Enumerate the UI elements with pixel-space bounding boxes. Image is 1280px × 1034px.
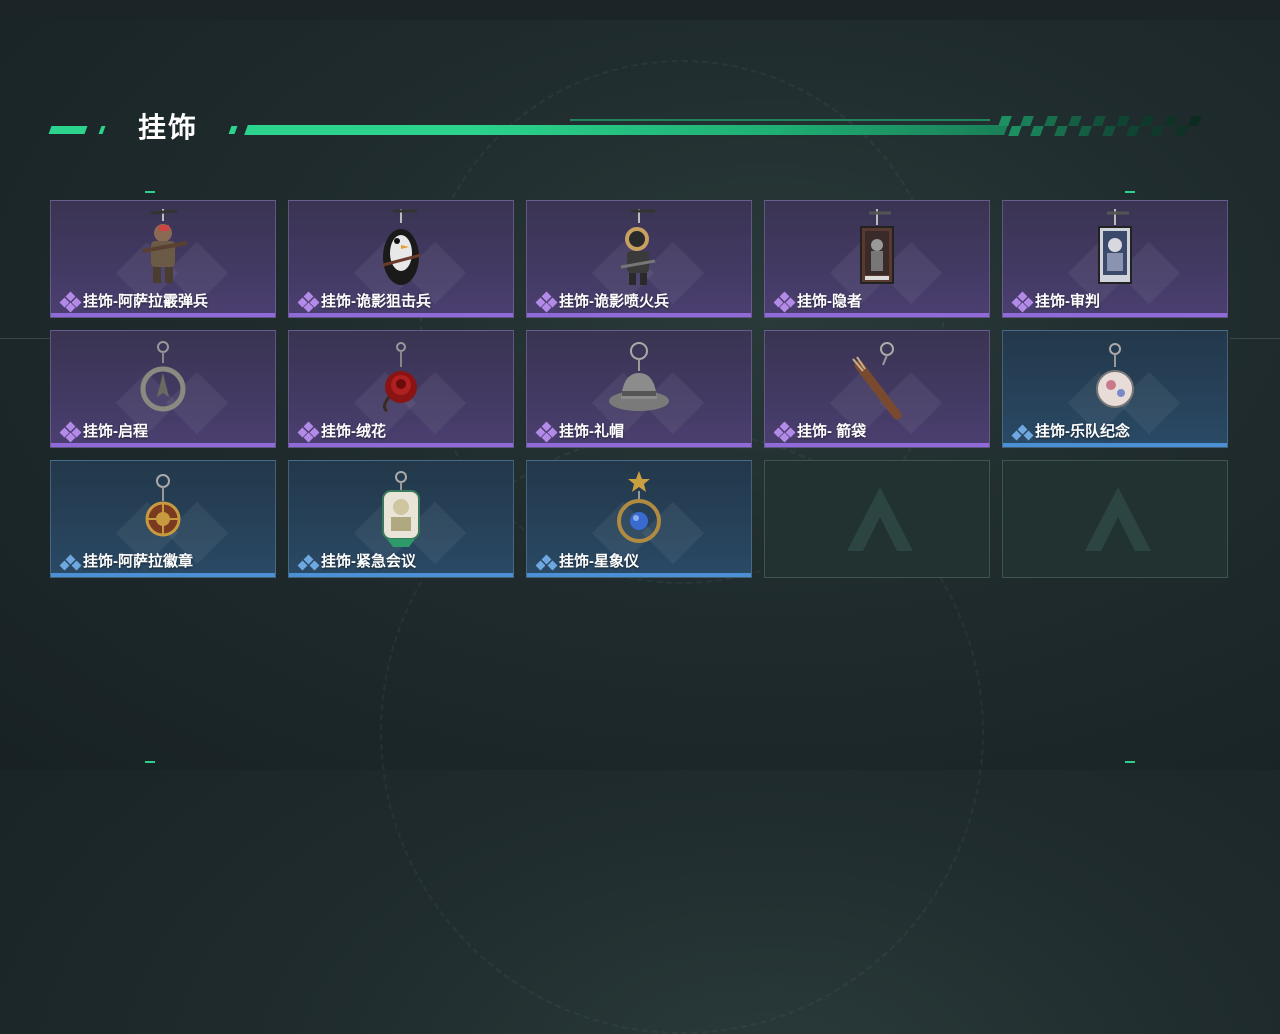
charm-name: 挂饰-阿萨拉徽章 [83, 553, 193, 570]
charm-card[interactable]: 挂饰-星象仪 [526, 460, 752, 578]
fedora-hat-charm-icon [609, 342, 669, 411]
charm-name: 挂饰-乐队纪念 [1035, 423, 1130, 440]
rarity-bar [1003, 443, 1227, 447]
velvet-rose-charm-icon [382, 342, 417, 413]
emergency-meeting-charm-icon [382, 471, 420, 547]
header-thin-line [570, 119, 990, 121]
judgement-tarot-card-icon [1098, 209, 1132, 284]
rarity-bar [527, 443, 751, 447]
rarity-bar [1003, 313, 1227, 317]
header-underline [244, 125, 1008, 135]
game-logo-placeholder-icon [847, 487, 913, 551]
section-title: 挂饰 [138, 112, 199, 143]
asara-emblem-charm-icon [145, 474, 181, 537]
top-bar [0, 0, 1280, 20]
left-divider-line [0, 338, 50, 339]
rarity-bar [289, 313, 513, 317]
charm-card[interactable]: 挂饰-隐者 [764, 200, 990, 318]
charm-name: 挂饰- 箭袋 [797, 423, 867, 440]
charm-name: 挂饰-阿萨拉霰弹兵 [83, 293, 208, 310]
band-badge-charm-icon [1096, 343, 1134, 408]
header-accent-bar [228, 126, 238, 134]
epic-rarity-icon [535, 421, 558, 443]
charm-card[interactable]: 挂饰-乐队纪念 [1002, 330, 1228, 448]
penguin-sniper-charm-icon [382, 209, 422, 285]
section-header: 挂饰 [48, 110, 1202, 150]
rare-rarity-icon [1011, 423, 1034, 441]
header-checker-pattern [998, 116, 1202, 136]
charm-name: 挂饰-启程 [83, 423, 148, 440]
rarity-bar [765, 443, 989, 447]
rare-rarity-icon [59, 553, 82, 571]
departure-ring-charm-icon [140, 341, 186, 412]
epic-rarity-icon [59, 291, 82, 313]
rarity-bar [51, 313, 275, 317]
charm-name: 挂饰-诡影喷火兵 [559, 293, 669, 310]
rare-rarity-icon [297, 553, 320, 571]
flamethrower-soldier-charm-icon [620, 209, 656, 285]
charm-card[interactable]: 挂饰- 箭袋 [764, 330, 990, 448]
game-logo-placeholder-icon [1085, 487, 1151, 551]
epic-rarity-icon [59, 421, 82, 443]
epic-rarity-icon [773, 421, 796, 443]
charm-card[interactable]: 挂饰-启程 [50, 330, 276, 448]
header-accent-bar [48, 126, 88, 134]
charm-name: 挂饰-星象仪 [559, 553, 639, 570]
rare-rarity-icon [535, 553, 558, 571]
rarity-bar [765, 313, 989, 317]
corner-tick [1125, 761, 1135, 763]
rarity-bar [289, 443, 513, 447]
corner-tick [1125, 191, 1135, 193]
soldier-shotgun-charm-icon [142, 209, 188, 283]
charm-card[interactable]: 挂饰-阿萨拉徽章 [50, 460, 276, 578]
charm-card[interactable]: 挂饰-紧急会议 [288, 460, 514, 578]
rarity-bar [527, 573, 751, 577]
charm-name: 挂饰-诡影狙击兵 [321, 293, 431, 310]
corner-tick [145, 761, 155, 763]
header-accent-bar [98, 126, 106, 134]
empty-slot [1002, 460, 1228, 578]
rarity-bar [51, 573, 275, 577]
charm-card[interactable]: 挂饰-诡影狙击兵 [288, 200, 514, 318]
hermit-tarot-card-icon [860, 209, 894, 284]
charm-card[interactable]: 挂饰-审判 [1002, 200, 1228, 318]
charm-card[interactable]: 挂饰-阿萨拉霰弹兵 [50, 200, 276, 318]
epic-rarity-icon [1011, 291, 1034, 313]
charm-name: 挂饰-审判 [1035, 293, 1100, 310]
right-divider-line [1230, 338, 1280, 339]
charm-name: 挂饰-绒花 [321, 423, 386, 440]
quiver-charm-icon [852, 342, 902, 420]
astrolabe-charm-icon [617, 471, 661, 543]
epic-rarity-icon [297, 291, 320, 313]
rarity-bar [51, 443, 275, 447]
epic-rarity-icon [535, 291, 558, 313]
charm-card[interactable]: 挂饰-礼帽 [526, 330, 752, 448]
rarity-bar [527, 313, 751, 317]
epic-rarity-icon [773, 291, 796, 313]
charm-card[interactable]: 挂饰-诡影喷火兵 [526, 200, 752, 318]
corner-tick [145, 191, 155, 193]
epic-rarity-icon [297, 421, 320, 443]
empty-slot [764, 460, 990, 578]
charm-name: 挂饰-紧急会议 [321, 553, 416, 570]
rarity-bar [289, 573, 513, 577]
charm-name: 挂饰-隐者 [797, 293, 862, 310]
charm-name: 挂饰-礼帽 [559, 423, 624, 440]
charm-card[interactable]: 挂饰-绒花 [288, 330, 514, 448]
